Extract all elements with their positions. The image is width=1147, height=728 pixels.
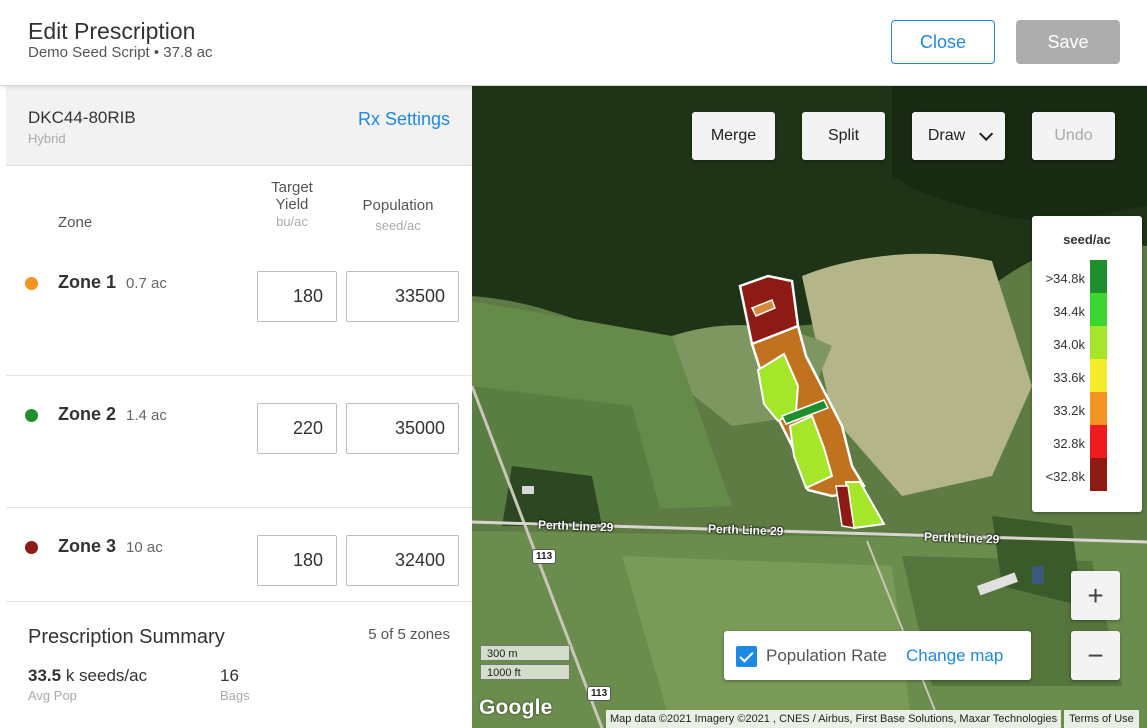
zone-row: Zone 3 10 ac bbox=[6, 508, 472, 602]
bags-label: Bags bbox=[220, 688, 250, 703]
terms-of-use-link[interactable]: Terms of Use bbox=[1064, 710, 1139, 728]
legend-label: 32.8k bbox=[1053, 436, 1085, 451]
avg-pop-unit: k seeds/ac bbox=[65, 666, 148, 685]
zone-area: 10 ac bbox=[126, 539, 163, 556]
zone-row: Zone 2 1.4 ac bbox=[6, 376, 472, 508]
population-input[interactable] bbox=[346, 535, 459, 586]
target-yield-input[interactable] bbox=[257, 271, 337, 322]
legend-swatch bbox=[1090, 260, 1107, 293]
zone-name: Zone 2 bbox=[58, 404, 117, 424]
map-attribution: Map data ©2021 Imagery ©2021 , CNES / Ai… bbox=[606, 710, 1062, 728]
page-title: Edit Prescription bbox=[28, 18, 196, 44]
split-button[interactable]: Split bbox=[802, 112, 885, 160]
legend-swatch bbox=[1090, 458, 1107, 491]
avg-pop-value: 33.5 k seeds/ac bbox=[28, 666, 147, 686]
save-button[interactable]: Save bbox=[1016, 20, 1120, 64]
zone-color-dot bbox=[25, 541, 38, 554]
legend-swatch bbox=[1090, 425, 1107, 458]
bags-value: 16 bbox=[220, 666, 239, 685]
legend-label: 33.2k bbox=[1053, 403, 1085, 418]
legend-swatch bbox=[1090, 326, 1107, 359]
rx-settings-link[interactable]: Rx Settings bbox=[358, 109, 450, 130]
population-column-header: Population seed/ac bbox=[348, 196, 448, 236]
road-label: Perth Line 29 bbox=[923, 529, 1000, 547]
legend-label: 33.6k bbox=[1053, 370, 1085, 385]
map-view[interactable]: Merge Split Draw Undo seed/ac >34.8k 34.… bbox=[472, 86, 1147, 728]
zone-color-dot bbox=[25, 277, 38, 290]
close-button[interactable]: Close bbox=[891, 20, 995, 64]
legend-label: 34.4k bbox=[1053, 304, 1085, 319]
target-yield-input[interactable] bbox=[257, 535, 337, 586]
legend-label: <32.8k bbox=[1045, 469, 1085, 484]
summary-title: Prescription Summary bbox=[28, 626, 225, 648]
population-header-label: Population bbox=[362, 197, 434, 214]
population-input[interactable] bbox=[346, 403, 459, 454]
legend-label: 34.0k bbox=[1053, 337, 1085, 352]
seed-rate-legend: seed/ac >34.8k 34.4k 34.0k 33.6k 33.2k 3… bbox=[1032, 216, 1142, 512]
target-yield-input[interactable] bbox=[257, 403, 337, 454]
scale-bar-metric: 300 m bbox=[480, 645, 570, 661]
population-rate-label: Population Rate bbox=[766, 646, 887, 665]
zone-area: 0.7 ac bbox=[126, 275, 167, 292]
avg-pop-number: 33.5 bbox=[28, 666, 62, 685]
zone-column-header: Zone bbox=[58, 214, 93, 231]
yield-header-line1: Target bbox=[271, 179, 313, 196]
chevron-down-icon bbox=[979, 126, 994, 141]
page-subtitle: Demo Seed Script • 37.8 ac bbox=[28, 44, 213, 61]
zone-name: Zone 1 bbox=[58, 272, 117, 292]
yield-header-line2: Yield bbox=[275, 196, 309, 213]
population-rate-checkbox[interactable] bbox=[736, 646, 757, 667]
legend-label: >34.8k bbox=[1045, 271, 1085, 286]
hybrid-name: DKC44-80RIB bbox=[28, 108, 136, 127]
zone-count: 5 of 5 zones bbox=[368, 626, 450, 643]
zone-name: Zone 3 bbox=[58, 536, 117, 556]
scale-bar-imperial: 1000 ft bbox=[480, 664, 570, 680]
yield-unit: bu/ac bbox=[276, 214, 308, 229]
zone-color-dot bbox=[25, 409, 38, 422]
yield-column-header: Target Yield bu/ac bbox=[252, 179, 332, 230]
merge-button[interactable]: Merge bbox=[692, 112, 775, 160]
draw-label: Draw bbox=[927, 127, 966, 144]
road-label: Perth Line 29 bbox=[537, 517, 614, 535]
road-label: Perth Line 29 bbox=[707, 521, 784, 539]
legend-swatch bbox=[1090, 392, 1107, 425]
highway-shield: 113 bbox=[587, 686, 612, 701]
population-input[interactable] bbox=[346, 271, 459, 322]
header-bar: Edit Prescription Demo Seed Script • 37.… bbox=[0, 0, 1147, 86]
draw-dropdown[interactable]: Draw bbox=[912, 112, 1005, 160]
legend-swatch bbox=[1090, 359, 1107, 392]
prescription-panel: DKC44-80RIB Hybrid Rx Settings Zone Targ… bbox=[6, 86, 472, 728]
zoom-in-button[interactable]: + bbox=[1071, 571, 1120, 620]
highway-shield: 113 bbox=[532, 549, 557, 564]
legend-title: seed/ac bbox=[1063, 232, 1111, 247]
hybrid-header: DKC44-80RIB Hybrid Rx Settings bbox=[6, 86, 472, 166]
avg-pop-label: Avg Pop bbox=[28, 688, 77, 703]
zoom-out-button[interactable]: − bbox=[1071, 631, 1120, 680]
map-layer-control: Population Rate Change map bbox=[724, 631, 1031, 680]
zone-row: Zone 1 0.7 ac bbox=[6, 244, 472, 376]
change-map-link[interactable]: Change map bbox=[906, 646, 1003, 666]
zone-area: 1.4 ac bbox=[126, 407, 167, 424]
undo-button[interactable]: Undo bbox=[1032, 112, 1115, 160]
hybrid-type: Hybrid bbox=[28, 131, 66, 146]
population-unit: seed/ac bbox=[375, 218, 421, 233]
legend-swatch bbox=[1090, 293, 1107, 326]
google-logo: Google bbox=[479, 696, 553, 719]
